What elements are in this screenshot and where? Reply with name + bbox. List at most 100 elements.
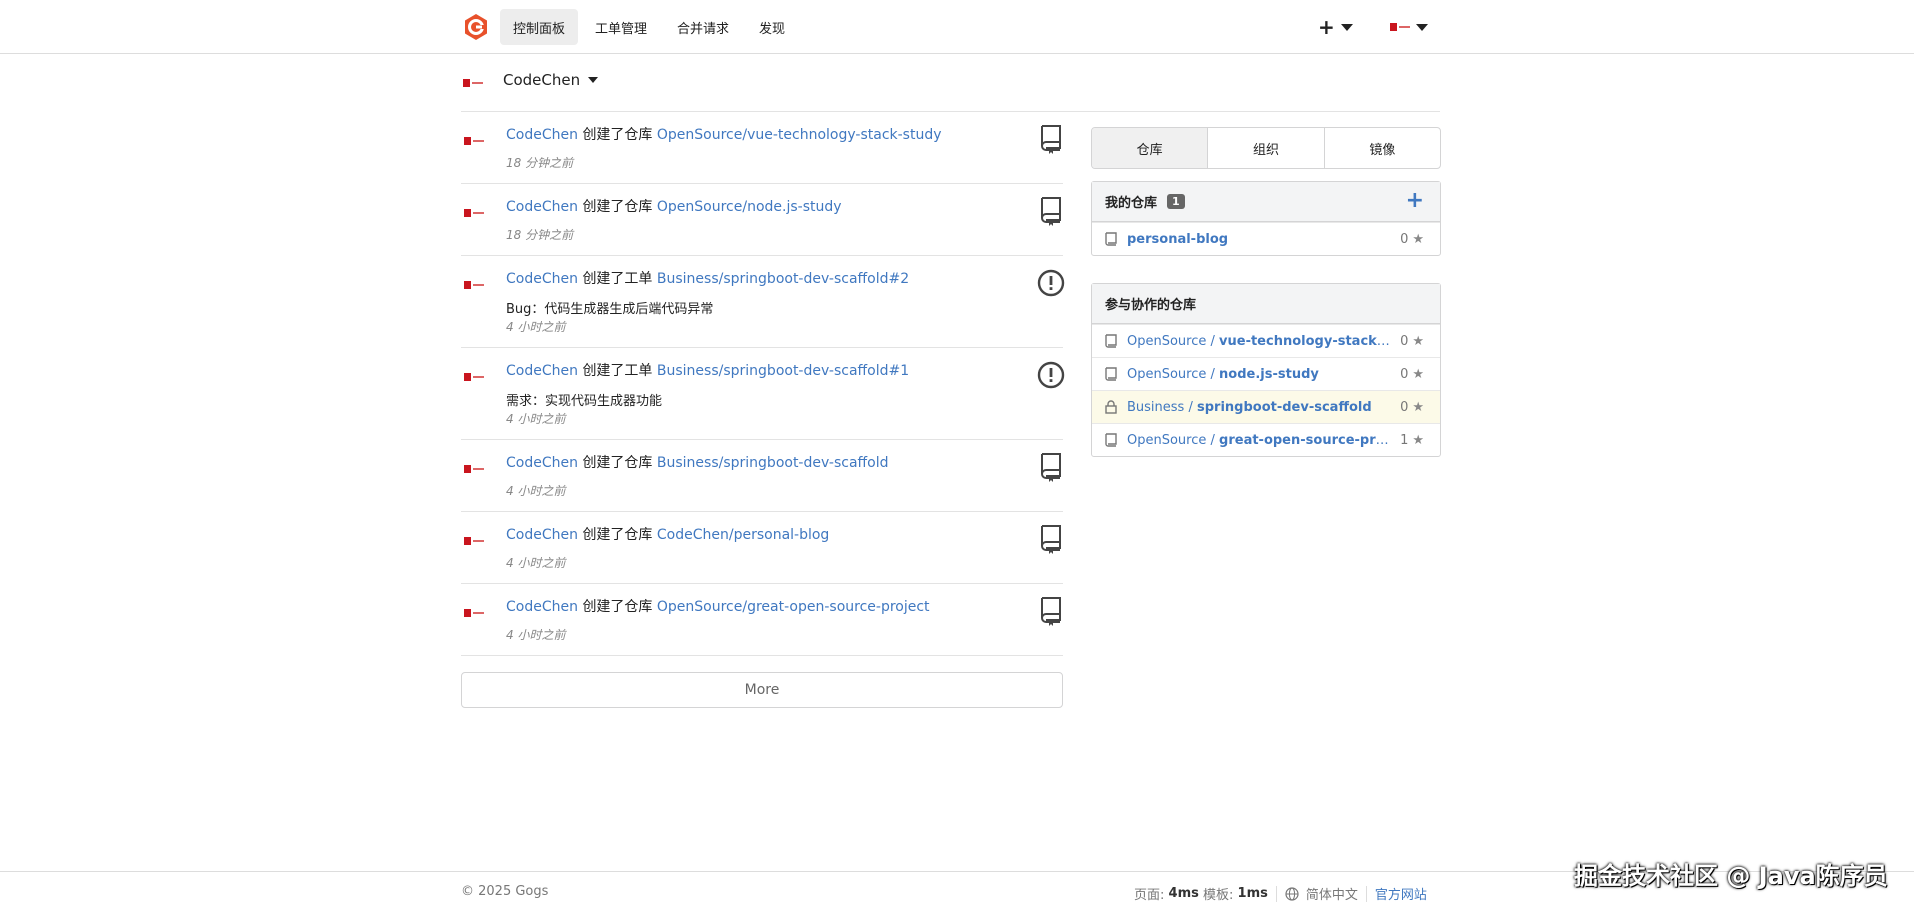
caret-down-icon [1340,23,1353,31]
repo-icon [1041,453,1061,482]
caret-down-icon [588,77,599,83]
caret-down-icon [1416,23,1428,31]
repo-owner: OpenSource [1127,333,1207,349]
repo-icon [1041,597,1061,626]
feed-avatar[interactable] [464,137,484,145]
feed-avatar[interactable] [464,373,484,381]
feed-time: 4 小时之前 [506,556,566,570]
repo-row-private[interactable]: Business / springboot-dev-scaffold 0 ★ [1092,390,1440,423]
feed-user-link[interactable]: CodeChen [506,455,578,471]
template-time: 1ms [1237,886,1268,901]
repo-tabs: 仓库 组织 镜像 [1091,127,1441,169]
feed-item: CodeChen 创建了仓库 OpenSource/node.js-study … [461,184,1063,256]
repo-stars: 0 ★ [1400,334,1424,349]
feed-target-link[interactable]: Business/springboot-dev-scaffold#1 [657,363,909,379]
repo-name: node.js-study [1219,366,1319,382]
feed-time: 18 分钟之前 [506,156,574,170]
feed-avatar[interactable] [464,209,484,217]
feed-user-link[interactable]: CodeChen [506,363,578,379]
footer-stats: 页面: 4ms 模板: 1ms 简体中文 官方网站 [1134,884,1427,903]
feed-user-link[interactable]: CodeChen [506,527,578,543]
repo-icon [1041,197,1061,226]
star-icon: ★ [1412,333,1424,349]
feed-action: 创建了仓库 [582,599,653,615]
feed-action: 创建了仓库 [582,527,653,543]
feed-target-link[interactable]: OpenSource/great-open-source-project [657,599,930,615]
feed-avatar[interactable] [464,465,484,473]
feed-item: CodeChen 创建了工单 Business/springboot-dev-s… [461,256,1065,348]
feed-target-link[interactable]: OpenSource/vue-technology-stack-study [657,127,942,143]
repo-name: great-open-source-project [1219,432,1390,448]
nav-issues[interactable]: 工单管理 [582,9,660,45]
star-icon: ★ [1412,399,1424,415]
divider [1365,885,1367,902]
star-count: 1 [1400,432,1409,448]
context-switcher: CodeChen [461,68,1440,112]
issue-icon [1037,269,1065,297]
feed-user-link[interactable]: CodeChen [506,127,578,143]
feed-time: 18 分钟之前 [506,228,574,242]
feed-item: CodeChen 创建了仓库 CodeChen/personal-blog 4 … [461,512,1063,584]
nav-pull-requests[interactable]: 合并请求 [664,9,742,45]
feed-user-link[interactable]: CodeChen [506,199,578,215]
feed-action: 创建了仓库 [582,127,653,143]
feed-line: CodeChen 创建了工单 Business/springboot-dev-s… [506,268,909,288]
collab-repos-title: 参与协作的仓库 [1105,298,1197,313]
tab-repositories[interactable]: 仓库 [1092,128,1208,168]
issue-icon [1037,361,1065,389]
feed-user-link[interactable]: CodeChen [506,271,578,287]
page-time: 4ms [1168,886,1199,901]
context-user-dropdown[interactable]: CodeChen [503,71,599,89]
feed-line: CodeChen 创建了仓库 OpenSource/node.js-study [506,196,842,216]
repo-icon [1105,334,1117,348]
nav-explore[interactable]: 发现 [746,9,798,45]
divider [1275,885,1277,902]
repo-owner: OpenSource [1127,432,1207,448]
lock-icon [1105,400,1117,414]
repo-row[interactable]: OpenSource / node.js-study 0 ★ [1092,357,1440,390]
my-repos-title: 我的仓库 [1105,196,1158,211]
user-avatar [1390,23,1410,31]
repo-icon [1105,433,1117,447]
plus-icon: + [1318,15,1335,39]
watermark: 掘金技术社区 @ Java陈序员 [1574,862,1888,890]
repo-row[interactable]: personal-blog 0 ★ [1092,222,1440,255]
repo-row[interactable]: OpenSource / vue-technology-stack-study … [1092,324,1440,357]
feed-line: CodeChen 创建了仓库 CodeChen/personal-blog [506,524,829,544]
add-repo-button[interactable]: + [1406,190,1424,212]
star-icon: ★ [1412,366,1424,382]
top-navbar: 控制面板 工单管理 合并请求 发现 + [0,0,1914,54]
feed-avatar[interactable] [464,281,484,289]
feed-action: 创建了仓库 [582,455,653,471]
repo-owner: Business [1127,399,1185,415]
context-username: CodeChen [503,71,581,89]
feed-avatar[interactable] [464,609,484,617]
feed-user-link[interactable]: CodeChen [506,599,578,615]
feed-target-link[interactable]: Business/springboot-dev-scaffold [657,455,889,471]
feed-target-link[interactable]: CodeChen/personal-blog [657,527,829,543]
page-label: 页面: [1134,888,1165,903]
repo-icon [1105,367,1117,381]
official-site-link[interactable]: 官方网站 [1375,884,1427,903]
create-new-dropdown[interactable]: + [1318,14,1353,40]
more-button[interactable]: More [461,672,1063,708]
tab-organizations[interactable]: 组织 [1207,128,1323,168]
tab-mirrors[interactable]: 镜像 [1323,128,1440,168]
collab-repos-panel: 参与协作的仓库 OpenSource / vue-technology-stac… [1091,283,1441,457]
feed-target-link[interactable]: Business/springboot-dev-scaffold#2 [657,271,909,287]
gogs-logo-icon[interactable] [462,13,490,41]
feed-time: 4 小时之前 [506,628,566,642]
feed-target-link[interactable]: OpenSource/node.js-study [657,199,842,215]
language-selector[interactable]: 简体中文 [1306,884,1358,903]
context-avatar [463,79,483,87]
my-repos-header: 我的仓库 1 + [1092,182,1440,222]
feed-time: 4 小时之前 [506,320,566,334]
repo-row[interactable]: OpenSource / great-open-source-project 1… [1092,423,1440,456]
feed-avatar[interactable] [464,537,484,545]
feed-description: Bug：代码生成器生成后端代码异常 [506,302,714,317]
user-menu-dropdown[interactable] [1390,14,1428,40]
repo-icon [1041,525,1061,554]
feed-action: 创建了仓库 [582,199,653,215]
main-nav: 控制面板 工单管理 合并请求 发现 [500,9,798,45]
nav-dashboard[interactable]: 控制面板 [500,9,579,45]
